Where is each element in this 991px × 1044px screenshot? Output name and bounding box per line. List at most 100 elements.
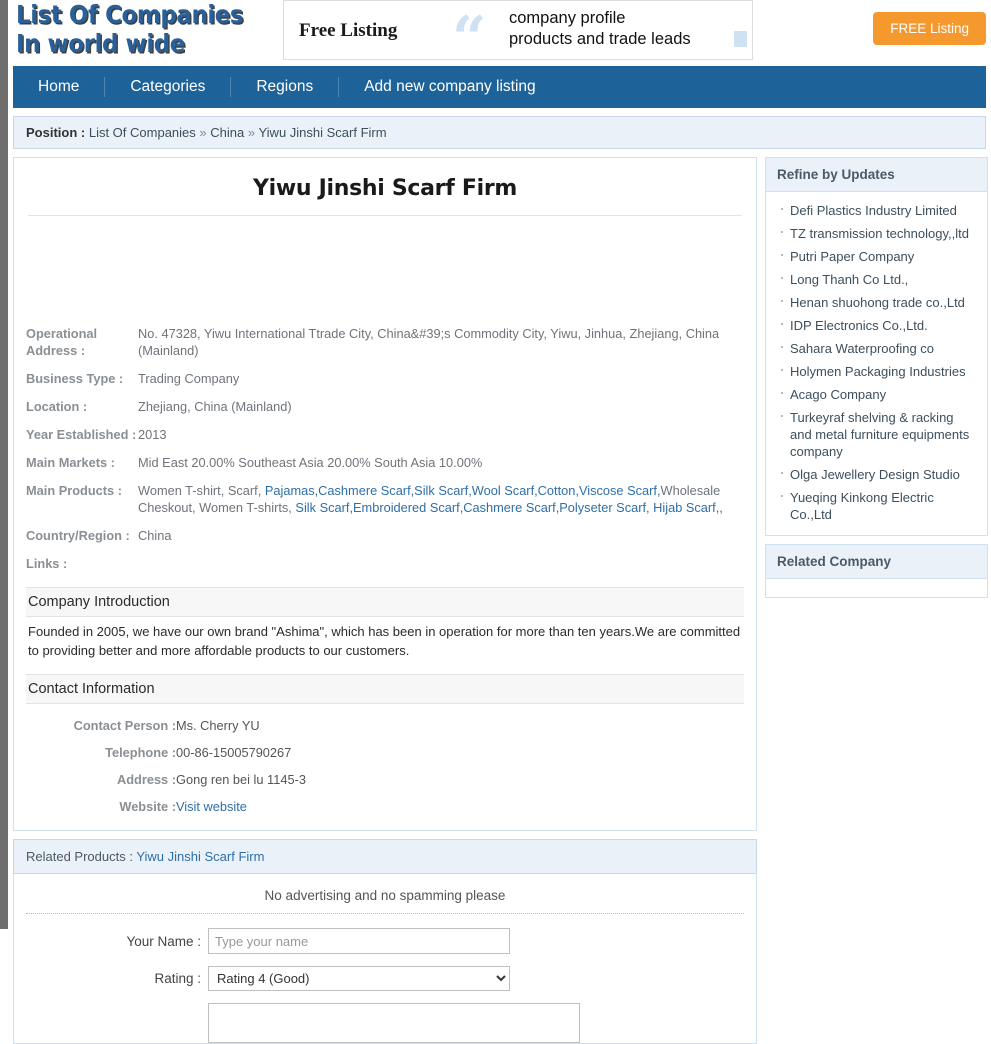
table-row: Links :	[26, 551, 744, 579]
info-label-business-type: Business Type :	[26, 371, 124, 386]
rating-label: Rating :	[154, 971, 201, 986]
related-products-label: Related Products :	[26, 849, 133, 864]
breadcrumb-wrapper: Position : List Of Companies » China » Y…	[13, 116, 986, 149]
logo-line-2: In world wide	[16, 29, 185, 58]
related-products-header: Related Products : Yiwu Jinshi Scarf Fir…	[13, 839, 757, 874]
free-listing-button[interactable]: FREE Listing	[873, 12, 986, 45]
breadcrumb: Position : List Of Companies » China » Y…	[13, 116, 986, 149]
breadcrumb-separator: »	[199, 125, 207, 140]
breadcrumb-separator: »	[247, 125, 256, 140]
info-label-links: Links :	[26, 556, 68, 571]
info-label-location: Location :	[26, 399, 88, 414]
info-label-year-established: Year Established :	[26, 427, 137, 442]
page-title: Yiwu Jinshi Scarf Firm	[252, 176, 518, 201]
section-heading-contact-information: Contact Information	[26, 674, 744, 704]
info-value-business-type: Trading Company	[138, 371, 240, 386]
nav-item-regions[interactable]: Regions	[231, 66, 338, 108]
page-root: List Of Companies In world wide Free Lis…	[8, 0, 991, 1044]
sidebar-company-item[interactable]: TZ transmission technology,,ltd	[776, 222, 977, 245]
sidebar-company-item[interactable]: Olga Jewellery Design Studio	[776, 463, 977, 486]
nav-item-home[interactable]: Home	[13, 66, 104, 108]
related-company-box: Related Company	[765, 544, 988, 598]
table-row: Country/Region : China	[26, 523, 744, 551]
contact-value-telephone: 00-86-15005790267	[176, 745, 292, 760]
main-navigation: Home Categories Regions Add new company …	[13, 66, 986, 108]
form-row-rating: Rating : Rating 5 (Excellent)Rating 4 (G…	[26, 966, 744, 991]
related-company-empty	[766, 579, 987, 597]
contact-value-website: Visit website	[176, 793, 744, 820]
related-products-link[interactable]: Yiwu Jinshi Scarf Firm	[136, 849, 264, 864]
sidebar-company-item[interactable]: Putri Paper Company	[776, 245, 977, 268]
site-header: List Of Companies In world wide Free Lis…	[8, 0, 991, 69]
sidebar-company-item[interactable]: Sahara Waterproofing co	[776, 337, 977, 360]
table-row: Address : Gong ren bei lu 1145-3	[26, 766, 744, 793]
logo-line-1: List Of Companies	[16, 0, 244, 29]
your-name-input[interactable]	[208, 928, 510, 954]
table-row: Telephone : 00-86-15005790267	[26, 739, 744, 766]
sidebar-company-item[interactable]: Turkeyraf shelving & racking and metal f…	[776, 406, 977, 463]
info-label-main-products: Main Products :	[26, 483, 122, 498]
breadcrumb-item-china[interactable]: China	[210, 125, 244, 140]
sidebar-company-item[interactable]: Defi Plastics Industry Limited	[776, 199, 977, 222]
your-name-label: Your Name :	[126, 933, 201, 949]
sidebar-heading-refine-by-updates: Refine by Updates	[766, 158, 987, 192]
table-row: Contact Person : Ms. Cherry YU	[26, 712, 744, 739]
refine-by-updates-box: Refine by Updates Defi Plastics Industry…	[765, 157, 988, 536]
content-wrapper: Yiwu Jinshi Scarf Firm Operational Addre…	[13, 157, 988, 831]
table-row: Website : Visit website	[26, 793, 744, 820]
product-link[interactable]: Silk Scarf,Embroidered Scarf,Cashmere Sc…	[295, 500, 722, 515]
rating-select[interactable]: Rating 5 (Excellent)Rating 4 (Good)Ratin…	[208, 966, 510, 991]
contact-label-address: Address :	[116, 772, 176, 787]
site-logo[interactable]: List Of Companies In world wide	[16, 0, 244, 58]
sidebar-company-item[interactable]: IDP Electronics Co.,Ltd.	[776, 314, 977, 337]
breadcrumb-label: Position :	[26, 125, 86, 140]
contact-value-address: Gong ren bei lu 1145-3	[176, 772, 306, 787]
info-label-country-region: Country/Region :	[26, 528, 130, 543]
sidebar-company-item[interactable]: Long Thanh Co Ltd.,	[776, 268, 977, 291]
product-text: Women T-shirt, Scarf,	[138, 483, 265, 498]
sidebar-company-item[interactable]: Yueqing Kinkong Electric Co.,Ltd	[776, 486, 977, 526]
section-heading-company-introduction: Company Introduction	[26, 587, 744, 617]
info-label-operational-address: Operational Address :	[26, 326, 98, 358]
table-row: Location : Zhejiang, China (Mainland)	[26, 394, 744, 422]
quote-icon: “	[452, 4, 487, 74]
info-value-main-markets: Mid East 20.00% Southeast Asia 20.00% So…	[138, 455, 483, 470]
banner-free-listing-text: Free Listing	[299, 20, 398, 41]
info-value-location: Zhejiang, China (Mainland)	[138, 399, 292, 414]
nav-item-add-listing[interactable]: Add new company listing	[339, 66, 560, 108]
info-value-year-established: 2013	[138, 427, 167, 442]
table-row: Year Established : 2013	[26, 422, 744, 450]
form-divider	[26, 913, 744, 914]
visit-website-link[interactable]: Visit website	[176, 799, 247, 814]
info-value-links	[138, 551, 744, 579]
banner-tagline: company profile products and trade leads	[509, 9, 691, 48]
info-value-country-region: China	[138, 528, 172, 543]
page-edge-strip	[0, 0, 8, 929]
breadcrumb-item-current: Yiwu Jinshi Scarf Firm	[258, 125, 387, 140]
company-image-placeholder	[26, 216, 744, 321]
sidebar-company-item[interactable]: Holymen Packaging Industries	[776, 360, 977, 383]
no-advertising-notice: No advertising and no spamming please	[264, 888, 506, 903]
form-row-name: Your Name :	[26, 928, 744, 954]
review-form: No advertising and no spamming please Yo…	[13, 874, 757, 1044]
breadcrumb-item-companies[interactable]: List Of Companies	[89, 125, 196, 140]
company-info-table: Operational Address : No. 47328, Yiwu In…	[26, 321, 744, 579]
table-row: Operational Address : No. 47328, Yiwu In…	[26, 321, 744, 366]
contact-label-person: Contact Person :	[73, 718, 176, 733]
info-value-main-products: Women T-shirt, Scarf, Pajamas,Cashmere S…	[138, 478, 744, 523]
sidebar-company-item[interactable]: Henan shuohong trade co.,Ltd	[776, 291, 977, 314]
contact-label-website: Website :	[119, 799, 176, 814]
info-value-operational-address: No. 47328, Yiwu International Ttrade Cit…	[138, 326, 720, 358]
free-listing-banner: Free Listing “ company profile products …	[283, 0, 753, 69]
table-row: Main Markets : Mid East 20.00% Southeast…	[26, 450, 744, 478]
related-products-section: Related Products : Yiwu Jinshi Scarf Fir…	[13, 839, 757, 1044]
sidebar-heading-related-company: Related Company	[766, 545, 987, 579]
product-link[interactable]: Pajamas,Cashmere Scarf,Silk Scarf,Wool S…	[265, 483, 661, 498]
contact-value-person: Ms. Cherry YU	[176, 718, 260, 733]
review-comment-textarea[interactable]	[208, 1003, 580, 1043]
nav-item-categories[interactable]: Categories	[105, 66, 230, 108]
contact-label-telephone: Telephone :	[105, 745, 176, 760]
sidebar: Refine by Updates Defi Plastics Industry…	[765, 157, 988, 606]
sidebar-company-item[interactable]: Acago Company	[776, 383, 977, 406]
banner-decor-square	[734, 31, 747, 47]
